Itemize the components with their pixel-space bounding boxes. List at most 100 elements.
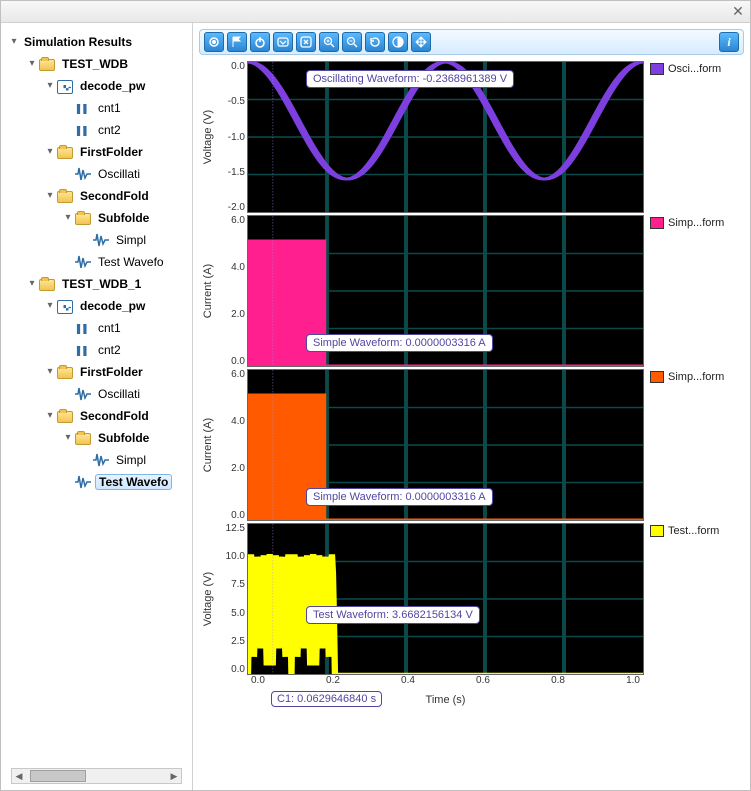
close-sq-button[interactable] [296, 32, 316, 52]
legend: Simp...form [644, 215, 744, 367]
tree-item[interactable]: TEST_WDB [1, 53, 192, 75]
target-button[interactable] [204, 32, 224, 52]
expander-icon[interactable] [61, 254, 75, 268]
expander-icon[interactable] [61, 430, 75, 444]
tree-item[interactable]: cnt2 [1, 119, 192, 141]
wave-icon [93, 452, 109, 468]
expander-icon[interactable] [61, 342, 75, 356]
wave-icon [75, 386, 91, 402]
legend-swatch [650, 217, 664, 229]
tree-item[interactable]: FirstFolder [1, 141, 192, 163]
tree-item[interactable]: decode_pw [1, 75, 192, 97]
tree-item[interactable]: Test Wavefo [1, 471, 192, 493]
tree-item-label: Simpl [113, 232, 149, 248]
info-button[interactable]: i [719, 32, 739, 52]
tree-horizontal-scrollbar[interactable]: ◀ ▶ [11, 768, 182, 784]
pulse-icon [75, 100, 91, 116]
tree-item[interactable]: Simpl [1, 229, 192, 251]
legend-swatch [650, 371, 664, 383]
tree-item-label: cnt1 [95, 320, 124, 336]
expander-icon[interactable] [79, 232, 93, 246]
tree-item[interactable]: Subfolde [1, 207, 192, 229]
expander-icon[interactable] [7, 34, 21, 48]
tree-item[interactable]: SecondFold [1, 405, 192, 427]
wave-icon [75, 474, 91, 490]
scroll-thumb[interactable] [30, 770, 86, 782]
redo-button[interactable] [365, 32, 385, 52]
plot-canvas[interactable]: Oscillating Waveform: -0.2368961389 V [247, 61, 644, 213]
tree-item[interactable]: Oscillati [1, 383, 192, 405]
tree-item[interactable]: Test Wavefo [1, 251, 192, 273]
tree-item-label: Subfolde [95, 430, 152, 446]
y-axis-label: Voltage (V) [199, 61, 217, 213]
x-axis-ticks-row: 0.00.20.40.60.81.0 [199, 675, 744, 691]
tree-item[interactable]: cnt1 [1, 97, 192, 119]
tree-item-label: FirstFolder [77, 364, 146, 380]
power-button[interactable] [250, 32, 270, 52]
folder-icon [57, 411, 73, 423]
chart-toolbar: i [199, 29, 744, 55]
tree-item-label: TEST_WDB_1 [59, 276, 144, 292]
expander-icon[interactable] [61, 386, 75, 400]
tree-item-label: Simpl [113, 452, 149, 468]
chart-panel: i Voltage (V)0.0-0.5-1.0-1.5-2.0Oscillat… [193, 23, 750, 790]
move-button[interactable] [411, 32, 431, 52]
folder-icon [57, 191, 73, 203]
expander-icon[interactable] [61, 122, 75, 136]
expander-icon[interactable] [43, 144, 57, 158]
expander-icon[interactable] [61, 474, 75, 488]
scroll-right-arrow[interactable]: ▶ [167, 769, 181, 783]
flag-button[interactable] [227, 32, 247, 52]
y-axis-label: Current (A) [199, 369, 217, 521]
pocket-button[interactable] [273, 32, 293, 52]
folder-icon [57, 367, 73, 379]
tree-item[interactable]: cnt1 [1, 317, 192, 339]
zoom-out-button[interactable] [342, 32, 362, 52]
tree-item-label: cnt2 [95, 342, 124, 358]
module-icon [57, 80, 73, 94]
x-axis-ticks: 0.00.20.40.60.81.0 [247, 675, 644, 691]
tree-item[interactable]: SecondFold [1, 185, 192, 207]
x-tick: 0.6 [476, 675, 490, 691]
tree-item[interactable]: TEST_WDB_1 [1, 273, 192, 295]
contrast-button[interactable] [388, 32, 408, 52]
tree-item[interactable]: Simpl [1, 449, 192, 471]
close-button[interactable]: ✕ [730, 3, 746, 19]
plot-canvas[interactable]: Simple Waveform: 0.0000003316 A [247, 369, 644, 521]
expander-icon[interactable] [43, 188, 57, 202]
expander-icon[interactable] [43, 298, 57, 312]
tree-item[interactable]: FirstFolder [1, 361, 192, 383]
plot-canvas[interactable]: Test Waveform: 3.6682156134 V [247, 523, 644, 675]
expander-icon[interactable] [79, 452, 93, 466]
tree-item-label: decode_pw [77, 298, 148, 314]
tree-item[interactable]: cnt2 [1, 339, 192, 361]
wave-icon [93, 232, 109, 248]
titlebar: ✕ [1, 1, 750, 23]
expander-icon[interactable] [25, 56, 39, 70]
expander-icon[interactable] [43, 364, 57, 378]
folder-icon [39, 279, 55, 291]
tree-item[interactable]: decode_pw [1, 295, 192, 317]
tree-body: TEST_WDBdecode_pwcnt1cnt2FirstFolderOsci… [1, 53, 192, 493]
legend-label: Simp...form [668, 217, 724, 229]
expander-icon[interactable] [61, 166, 75, 180]
wave-icon [75, 254, 91, 270]
pulse-icon [75, 342, 91, 358]
expander-icon[interactable] [43, 78, 57, 92]
plot-row: Voltage (V)0.0-0.5-1.0-1.5-2.0Oscillatin… [199, 61, 744, 213]
expander-icon[interactable] [25, 276, 39, 290]
tree-item-label: Test Wavefo [95, 254, 167, 270]
legend-swatch [650, 525, 664, 537]
plot-canvas[interactable]: Simple Waveform: 0.0000003316 A [247, 215, 644, 367]
scroll-left-arrow[interactable]: ◀ [12, 769, 26, 783]
expander-icon[interactable] [61, 100, 75, 114]
expander-icon[interactable] [61, 210, 75, 224]
expander-icon[interactable] [43, 408, 57, 422]
value-tooltip: Simple Waveform: 0.0000003316 A [306, 334, 493, 352]
module-icon [57, 300, 73, 314]
tree-item[interactable]: Oscillati [1, 163, 192, 185]
tree-item[interactable]: Subfolde [1, 427, 192, 449]
zoom-in-button[interactable] [319, 32, 339, 52]
expander-icon[interactable] [61, 320, 75, 334]
tree-root[interactable]: Simulation Results [1, 31, 192, 53]
